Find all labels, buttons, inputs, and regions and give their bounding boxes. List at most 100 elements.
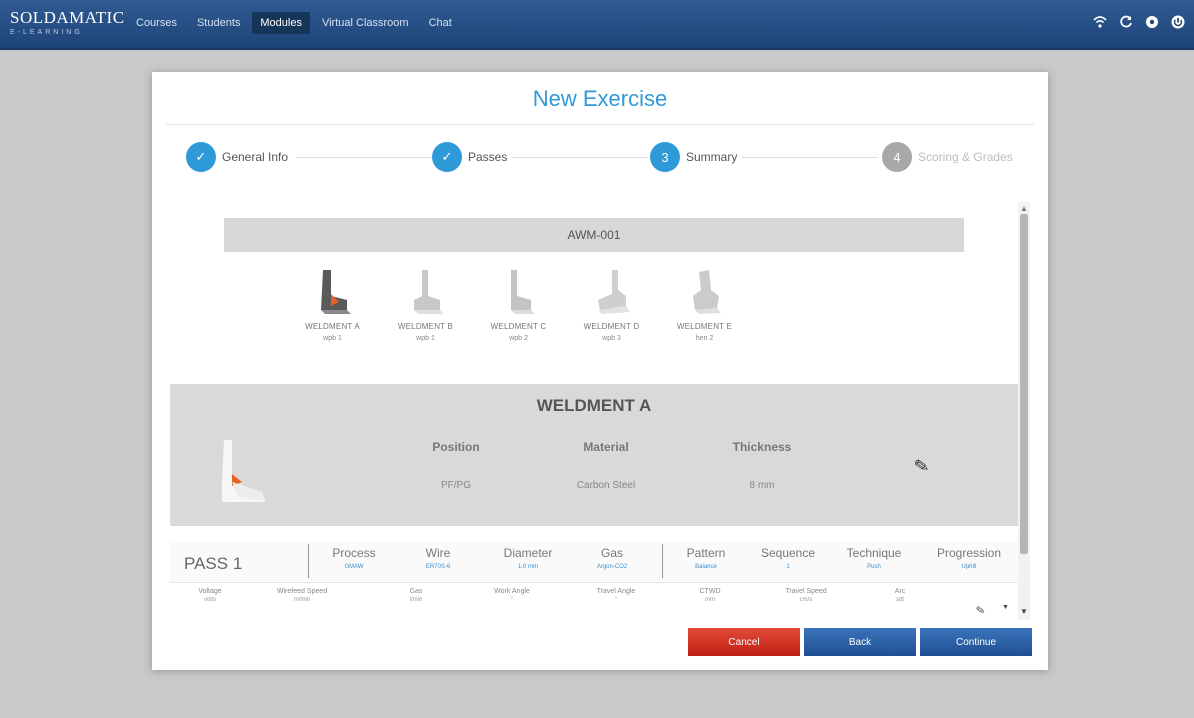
pass-col-value: Balance: [695, 564, 717, 570]
pass-col-value: Push: [867, 564, 881, 570]
app-logo[interactable]: SOLDAMATIC E-LEARNING: [10, 8, 125, 36]
caret-down-icon[interactable]: ▼: [1002, 604, 1009, 611]
weldment-card[interactable]: WELDMENT E hen 2: [658, 266, 751, 342]
back-button[interactable]: Back: [804, 628, 916, 656]
pass-label: PASS 1: [184, 554, 243, 573]
position-label: Position: [432, 440, 480, 454]
weldment-detail-panel: WELDMENT A Position PF/PG Material Carbo…: [170, 384, 1018, 526]
main-nav: Courses Students Modules Virtual Classro…: [128, 12, 460, 34]
param-travel-angle: Travel Angle °: [576, 588, 656, 603]
weldment-card[interactable]: WELDMENT B wpb 1: [379, 266, 472, 342]
power-icon[interactable]: [1170, 14, 1186, 30]
weldment-sub: wpb 3: [602, 335, 621, 342]
param-header: Travel Angle: [596, 588, 636, 595]
weldment-preview-image: [222, 440, 266, 502]
weldment-thumbnail: [413, 270, 444, 314]
param-header: Work Angle: [494, 588, 530, 595]
pass-col-header: Wire: [425, 546, 451, 560]
pass-col-value: Uphill: [961, 564, 977, 570]
param-header: Gas: [409, 588, 423, 595]
step-passes[interactable]: ✓ Passes: [432, 142, 507, 172]
refresh-icon[interactable]: [1118, 14, 1134, 30]
step-label: Scoring & Grades: [918, 150, 1013, 164]
nav-item-courses[interactable]: Courses: [128, 12, 185, 34]
weldment-thumbnail: [692, 270, 721, 314]
summary-scroll-area[interactable]: AWM-001 WELDMENT A wpb 1 WELDMENT B wpb …: [168, 202, 1020, 620]
scroll-thumb[interactable]: [1020, 214, 1028, 554]
param-voltage: Voltage volts: [170, 588, 250, 603]
step-scoring-grades[interactable]: 4 Scoring & Grades: [882, 142, 1013, 172]
thickness-value: 8 mm: [749, 480, 775, 491]
step-general-info[interactable]: ✓ General Info: [186, 142, 288, 172]
pass-parameters-row: Voltage volts Wirefeed Speed m/min Gas l…: [170, 584, 1018, 620]
weldment-sub: wpb 2: [509, 335, 528, 342]
pass-col-header: Process: [332, 546, 376, 560]
step-label: Summary: [686, 150, 738, 164]
settings-icon[interactable]: [1144, 14, 1160, 30]
material-column: Material Carbon Steel: [546, 440, 666, 491]
pass-col-value: GMAW: [344, 564, 364, 570]
param-value: cm/s: [799, 597, 813, 603]
top-icons: [1092, 14, 1186, 30]
param-header: Wirefeed Speed: [276, 588, 328, 595]
weldment-sub: wpb 1: [323, 335, 342, 342]
step-connector: [296, 157, 432, 158]
modal-title: New Exercise: [532, 86, 668, 111]
column-divider: [308, 544, 309, 578]
pass-col-header: Sequence: [760, 546, 816, 560]
step-label: Passes: [468, 150, 508, 164]
step-connector: [742, 157, 878, 158]
weldment-name: WELDMENT C: [490, 322, 547, 331]
param-ctwd: CTWD mm: [670, 588, 750, 603]
weldment-card[interactable]: WELDMENT D wpb 3: [565, 266, 658, 342]
pass-gas: Gas Argon-CO2: [572, 546, 652, 570]
exercise-code-bar: AWM-001: [224, 218, 964, 252]
top-navigation-bar: SOLDAMATIC E-LEARNING Courses Students M…: [0, 0, 1194, 50]
material-value: Carbon Steel: [576, 480, 636, 491]
weldment-thumbnail: [320, 270, 351, 314]
pass-col-value: Argon-CO2: [596, 564, 628, 570]
thickness-column: Thickness 8 mm: [702, 440, 822, 491]
param-work-angle: Work Angle °: [472, 588, 552, 603]
position-value: PF/PG: [440, 480, 471, 491]
pass-pattern: Pattern Balance: [666, 546, 746, 570]
step-summary[interactable]: 3 Summary: [650, 142, 737, 172]
step-number: 3: [650, 142, 680, 172]
scroll-down-icon[interactable]: ▼: [1020, 607, 1028, 616]
pencil-icon[interactable]: ✎: [975, 603, 986, 617]
nav-item-students[interactable]: Students: [189, 12, 248, 34]
cancel-button[interactable]: Cancel: [688, 628, 800, 656]
param-value: l/min: [409, 597, 423, 603]
pass-diameter: Diameter 1.0 mm: [488, 546, 568, 570]
nav-item-modules[interactable]: Modules: [252, 12, 310, 34]
nav-item-virtual-classroom[interactable]: Virtual Classroom: [314, 12, 417, 34]
param-value: m/min: [293, 597, 311, 603]
weldment-name: WELDMENT A: [305, 322, 360, 331]
param-wirefeed-speed: Wirefeed Speed m/min: [262, 588, 342, 603]
pass-col-header: Technique: [846, 546, 902, 560]
weldment-card[interactable]: WELDMENT A wpb 1: [286, 266, 379, 342]
param-travel-speed: Travel Speed cm/s: [766, 588, 846, 603]
pencil-icon[interactable]: ✎: [912, 455, 931, 478]
nav-item-chat[interactable]: Chat: [421, 12, 460, 34]
logo-text: SOLDAMATIC: [10, 8, 125, 27]
scroll-up-icon[interactable]: ▲: [1020, 204, 1028, 213]
weldment-list: WELDMENT A wpb 1 WELDMENT B wpb 1 WELDME…: [286, 266, 751, 342]
column-divider: [662, 544, 663, 578]
weldment-name: WELDMENT B: [397, 322, 454, 331]
weldment-name: WELDMENT E: [676, 322, 733, 331]
continue-button[interactable]: Continue: [920, 628, 1032, 656]
pass-sequence: Sequence 1: [748, 546, 828, 570]
vertical-scrollbar[interactable]: ▲ ▼: [1018, 202, 1030, 620]
pass-col-header: Pattern: [686, 546, 726, 560]
weldment-sub: wpb 1: [416, 335, 435, 342]
param-value: sdt: [895, 597, 904, 603]
param-gas: Gas l/min: [376, 588, 456, 603]
title-divider: [166, 124, 1034, 125]
pass-col-value: ER70S-6: [425, 564, 451, 570]
param-header: Arc: [894, 588, 906, 595]
wifi-icon[interactable]: [1092, 14, 1108, 30]
weldment-card[interactable]: WELDMENT C wpb 2: [472, 266, 565, 342]
pass-technique: Technique Push: [834, 546, 914, 570]
param-value: mm: [705, 597, 715, 603]
